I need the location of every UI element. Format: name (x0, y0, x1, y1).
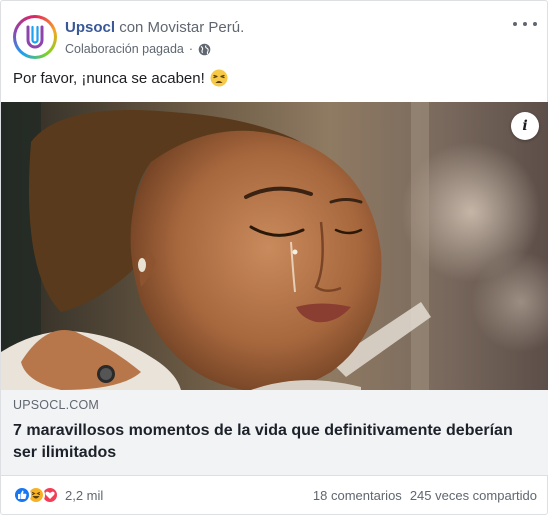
post-author-line: Upsocl con Movistar Perú. (65, 19, 244, 36)
post-message-text: Por favor, ¡nunca se acaben! (13, 69, 205, 87)
comments-count[interactable]: 18 comentarios (313, 488, 402, 503)
tired-face-emoji (210, 69, 228, 87)
link-title[interactable]: 7 maravillosos momentos de la vida que d… (13, 420, 533, 464)
post-image[interactable]: i (1, 102, 548, 390)
link-preview[interactable]: UPSOCL.COM 7 maravillosos momentos de la… (1, 390, 548, 476)
with-text: con (119, 19, 144, 36)
post-message: Por favor, ¡nunca se acaben! (13, 69, 228, 87)
link-domain: UPSOCL.COM (13, 398, 100, 412)
more-options-icon[interactable] (513, 17, 537, 31)
reactions-summary[interactable]: 2,2 mil (13, 486, 103, 504)
page-name-link[interactable]: Upsocl (65, 19, 115, 36)
post-header: Upsocl con Movistar Perú. Colaboración p… (13, 13, 537, 61)
post-card: Upsocl con Movistar Perú. Colaboración p… (0, 0, 548, 515)
post-footer: 2,2 mil 18 comentarios 245 veces comparti… (13, 486, 537, 508)
like-icon (13, 486, 31, 504)
globe-icon[interactable] (198, 43, 211, 56)
post-meta: Colaboración pagada · (65, 42, 211, 56)
reaction-count[interactable]: 2,2 mil (65, 488, 103, 503)
engagement-stats: 18 comentarios 245 veces compartido (313, 488, 537, 503)
sponsored-label[interactable]: Colaboración pagada (65, 42, 184, 56)
partner-name-link[interactable]: Movistar Perú. (148, 19, 245, 36)
crying-woman-photo (1, 102, 548, 390)
page-avatar[interactable] (13, 15, 57, 59)
shares-count[interactable]: 245 veces compartido (410, 488, 537, 503)
meta-separator: · (188, 42, 194, 56)
upsocl-logo-icon (16, 18, 54, 56)
ad-info-icon[interactable]: i (511, 112, 539, 140)
